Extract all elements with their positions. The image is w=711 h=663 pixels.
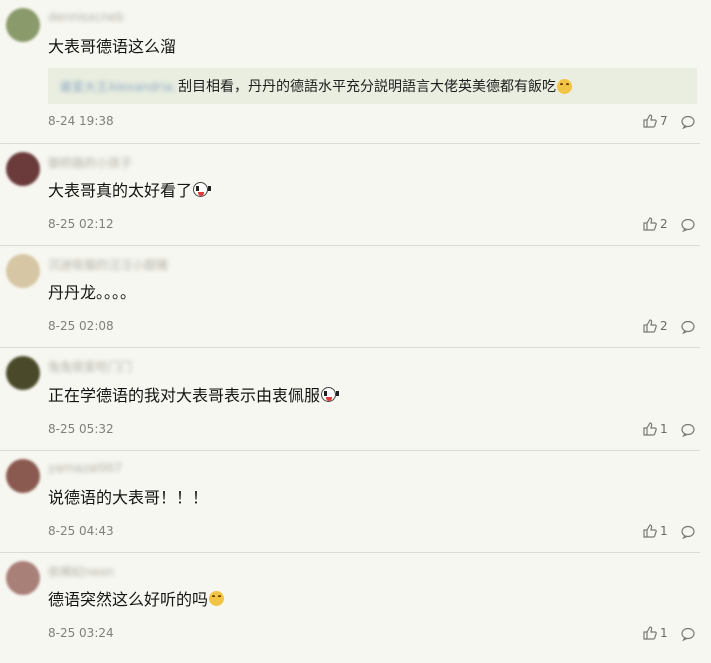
avatar[interactable] (6, 8, 40, 42)
comment-date: 8-25 03:24 (48, 626, 114, 640)
comment-date: 8-25 05:32 (48, 422, 114, 436)
comment-item: 兔兔很爱吃门门 正在学德语的我对大表哥表示由衷佩服 8-25 05:32 1 (0, 348, 700, 451)
reply-icon[interactable] (681, 525, 695, 539)
comment-date: 8-24 19:38 (48, 114, 114, 128)
thumbs-up-icon (643, 217, 657, 231)
quoted-reply-text: 刮目相看，丹丹的德語水平充分説明語言大佬英美德都有飯吃 (178, 79, 557, 95)
comment-text-content: 丹丹龙。。。。 (48, 283, 137, 302)
comment-text: 丹丹龙。。。。 (48, 279, 136, 303)
comment-text: 德语突然这么好听的吗 (48, 586, 225, 610)
comment-item: 沉迷吸猫的汪汪小甜猪 丹丹龙。。。。 8-25 02:08 2 (0, 246, 700, 348)
like-count: 2 (660, 217, 668, 231)
avatar[interactable] (6, 152, 40, 186)
comment-item: dennisxcneb 大表哥德语这么溜 最爱大王Alexandria: 刮目相… (0, 0, 700, 144)
comment-text-content: 大表哥真的太好看了 (48, 181, 193, 200)
like-count: 1 (660, 422, 668, 436)
thumbs-up-icon (643, 319, 657, 333)
avatar[interactable] (6, 254, 40, 288)
drool-emoji-icon (193, 181, 212, 197)
comment-date: 8-25 04:43 (48, 524, 114, 538)
thumbs-up-icon (643, 524, 657, 538)
thumbs-up-icon (643, 626, 657, 640)
thumbs-up-icon (643, 114, 657, 128)
reply-icon[interactable] (681, 627, 695, 641)
comment-text: 说德语的大表哥！！！ (48, 484, 208, 508)
quoted-reply-username[interactable]: 最爱大王Alexandria: (60, 78, 176, 95)
comment-item: 依稀纪neon 德语突然这么好听的吗 8-25 03:24 1 (0, 553, 700, 663)
avatar[interactable] (6, 561, 40, 595)
comment-username[interactable]: 沉迷吸猫的汪汪小甜猪 (48, 256, 168, 273)
quoted-reply: 最爱大王Alexandria: 刮目相看，丹丹的德語水平充分説明語言大佬英美德都… (48, 68, 697, 104)
comment-text-content: 正在学德语的我对大表哥表示由衷佩服 (48, 386, 321, 405)
reply-icon[interactable] (681, 423, 695, 437)
like-count: 1 (660, 524, 668, 538)
avatar[interactable] (6, 459, 40, 493)
comment-text-content: 德语突然这么好听的吗 (48, 590, 209, 609)
comment-date: 8-25 02:12 (48, 217, 114, 231)
like-button[interactable]: 1 (643, 524, 668, 538)
comment-text: 大表哥真的太好看了 (48, 177, 212, 201)
like-count: 1 (660, 626, 668, 640)
thumbs-up-icon (643, 422, 657, 436)
reply-icon[interactable] (681, 320, 695, 334)
like-button[interactable]: 1 (643, 626, 668, 640)
drool-emoji-icon (321, 386, 340, 402)
comment-date: 8-25 02:08 (48, 319, 114, 333)
comment-username[interactable]: dennisxcneb (48, 10, 124, 24)
ecstatic-emoji-icon (209, 590, 225, 606)
like-button[interactable]: 7 (643, 114, 668, 128)
reply-icon[interactable] (681, 218, 695, 232)
like-button[interactable]: 1 (643, 422, 668, 436)
comment-username[interactable]: 兔兔很爱吃门门 (48, 358, 132, 375)
comment-username[interactable]: 依稀纪neon (48, 563, 114, 580)
comment-text: 大表哥德语这么溜 (48, 33, 176, 57)
ecstatic-emoji-icon (557, 78, 573, 94)
reply-icon[interactable] (681, 115, 695, 129)
comment-username[interactable]: yarnazal007 (48, 461, 122, 475)
comment-item: 御府路的小孩子 大表哥真的太好看了 8-25 02:12 2 (0, 144, 700, 246)
avatar[interactable] (6, 356, 40, 390)
comment-text-content: 说德语的大表哥！！！ (48, 488, 209, 507)
comment-text: 正在学德语的我对大表哥表示由衷佩服 (48, 382, 340, 406)
like-button[interactable]: 2 (643, 319, 668, 333)
comment-item: yarnazal007 说德语的大表哥！！！ 8-25 04:43 1 (0, 451, 700, 553)
comment-text-content: 大表哥德语这么溜 (48, 37, 177, 56)
like-button[interactable]: 2 (643, 217, 668, 231)
like-count: 2 (660, 319, 668, 333)
comment-username[interactable]: 御府路的小孩子 (48, 154, 132, 171)
like-count: 7 (660, 114, 668, 128)
